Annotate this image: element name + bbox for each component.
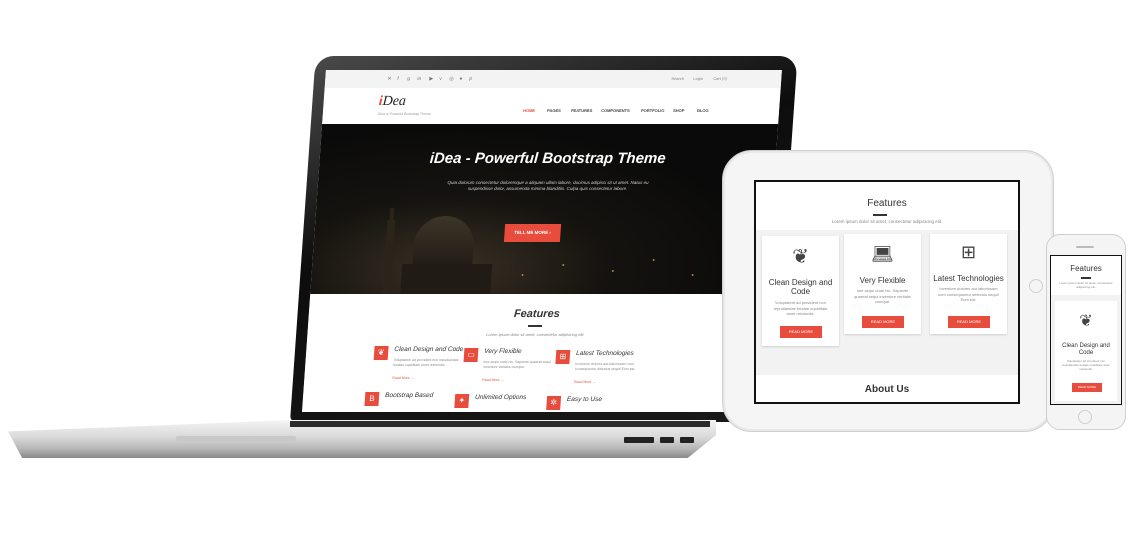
usb-port [680, 437, 694, 443]
nav-pages[interactable]: PAGES [547, 108, 561, 113]
youtube-icon[interactable]: ▶ [429, 76, 433, 82]
read-more-button[interactable]: READ MORE [862, 316, 904, 328]
leaf-icon: ❦ [373, 346, 389, 360]
features-title: Features [513, 308, 561, 320]
logo-tagline: iDea is Powerful Bootstrap Theme [377, 112, 432, 116]
cathedral-dome [411, 216, 476, 271]
feature-card: 💻︎ Very Flexible Iure sequi unde hic. Sa… [844, 234, 921, 334]
feature-card: ⊞ Latest Technologies Inventore dolores … [930, 234, 1007, 334]
city-light [521, 274, 524, 276]
site-logo[interactable]: iDea [378, 94, 406, 110]
nav-shop[interactable]: SHOP [673, 108, 685, 113]
tablet-screen: Features Lorem ipsum dolor sit amet, con… [754, 180, 1020, 404]
twitter-icon[interactable]: ✕ [387, 76, 392, 82]
city-light [691, 274, 694, 276]
chevron-right-icon: › [549, 230, 552, 235]
title-divider [1081, 277, 1091, 279]
magic-icon: ✦ [454, 394, 470, 408]
hero-title: iDea - Powerful Bootstrap Theme [429, 150, 667, 167]
hdmi-port [660, 437, 674, 443]
nav-features[interactable]: FEATURES [571, 108, 593, 113]
tablet-features-subtitle: Lorem ipsum dolor sit amet, consectetur … [831, 219, 943, 224]
read-more-button[interactable]: READ MORE [948, 316, 990, 328]
site-topbar: ✕ f g in ▶ v ◎ ● p Search Login Cart (0) [324, 70, 782, 89]
about-us-title: About Us [864, 384, 910, 395]
cart-link[interactable]: Cart (0) [713, 76, 727, 81]
instagram-icon[interactable]: ◎ [449, 76, 454, 82]
sitemap-icon: ⊞ [960, 242, 977, 262]
bootstrap-icon: B [364, 392, 380, 406]
feature-card: ❦ Clean Design and Code Voluptatem ad pr… [1055, 301, 1117, 401]
nav-home[interactable]: HOME [523, 108, 535, 113]
tell-me-more-button[interactable]: TELL ME MORE › [503, 224, 562, 242]
features-section: Features Lorem ipsum dolor sit amet, con… [302, 294, 767, 412]
laptop-screen: ✕ f g in ▶ v ◎ ● p Search Login Cart (0)… [302, 70, 782, 412]
phone-features-subtitle: Lorem ipsum dolor sit amet, consectetur … [1059, 281, 1113, 289]
sitemap-icon: ⊞ [555, 350, 571, 364]
pinterest-icon[interactable]: p [469, 76, 472, 82]
phone-home-button [1078, 410, 1092, 424]
city-buildings [400, 264, 493, 294]
title-divider [527, 325, 543, 327]
hero-banner: iDea - Powerful Bootstrap Theme Quia dol… [310, 124, 779, 294]
read-more-link[interactable]: Read More → [392, 376, 414, 380]
read-more-button[interactable]: READ MORE [1072, 383, 1102, 392]
title-divider [873, 214, 887, 216]
laptop-hinge [290, 421, 710, 427]
vimeo-icon[interactable]: v [439, 76, 442, 82]
google-plus-icon[interactable]: g [407, 76, 410, 82]
city-light [652, 259, 655, 261]
nav-portfolio[interactable]: PORTFOLIO [641, 108, 665, 113]
feature-card: ❦ Clean Design and Code Voluptatem ad pr… [762, 236, 839, 346]
tablet-features-title: Features [867, 198, 907, 209]
read-more-button[interactable]: READ MORE [780, 326, 822, 338]
search-link[interactable]: Search [671, 76, 684, 81]
flickr-icon[interactable]: ● [459, 76, 462, 82]
leaf-icon: ❦ [1079, 313, 1093, 330]
login-link[interactable]: Login [693, 76, 703, 81]
nav-blog[interactable]: BLOG [697, 108, 709, 113]
site-navbar: iDea iDea is Powerful Bootstrap Theme HO… [322, 88, 781, 124]
cogs-icon: ✲ [546, 396, 562, 410]
phone-features-title: Features [1070, 264, 1102, 273]
read-more-link[interactable]: Read More → [482, 378, 504, 382]
leaf-icon: ❦ [792, 246, 809, 268]
linkedin-icon[interactable]: in [417, 76, 421, 82]
city-light [562, 264, 565, 266]
city-tower [382, 220, 396, 294]
sd-card-port [624, 437, 654, 443]
laptop-icon: ▭ [463, 348, 479, 362]
phone-screen: Features Lorem ipsum dolor sit amet, con… [1050, 255, 1122, 405]
laptop-icon: 💻︎ [871, 244, 894, 264]
nav-components[interactable]: COMPONENTS [601, 108, 630, 113]
features-subtitle: Lorem ipsum dolor sit amet, consectetur … [486, 332, 585, 337]
tablet-home-button [1029, 279, 1043, 293]
city-light [611, 270, 614, 272]
laptop-trackpad-notch [176, 436, 296, 441]
hero-text: Quia dolorum consectetur doloremque a al… [447, 180, 649, 191]
facebook-icon[interactable]: f [397, 76, 399, 82]
phone-speaker [1076, 246, 1094, 248]
read-more-link[interactable]: Read More → [574, 380, 596, 384]
